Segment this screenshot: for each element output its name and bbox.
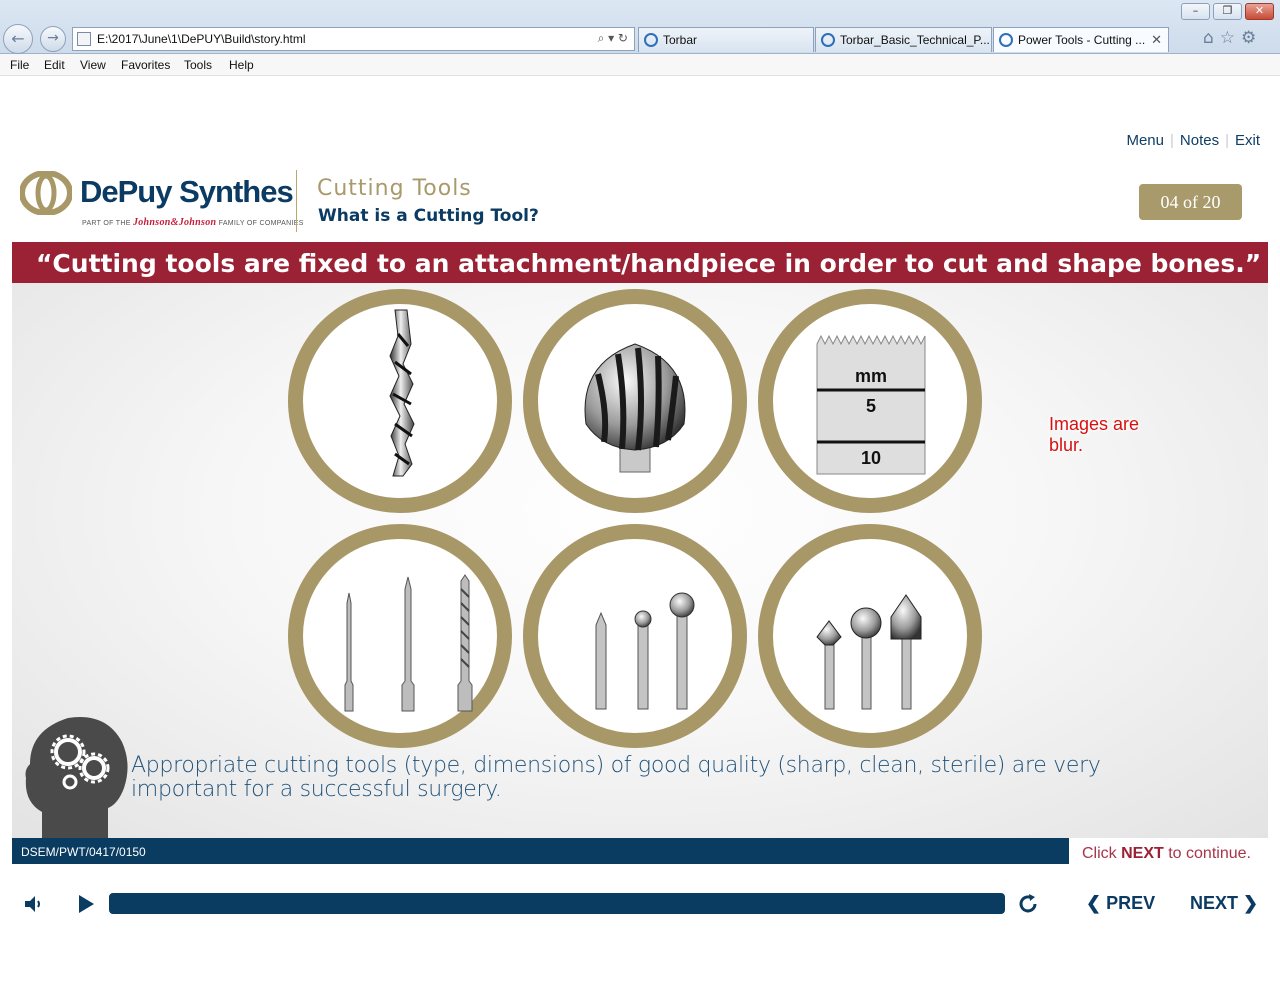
page-icon <box>77 32 91 46</box>
menu-file[interactable]: File <box>10 58 29 72</box>
link-separator: | <box>1225 132 1229 149</box>
continue-hint-next: NEXT <box>1121 845 1164 862</box>
tab-title: Torbar_Basic_Technical_P... <box>840 33 990 47</box>
menu-tools[interactable]: Tools <box>184 58 212 72</box>
chevron-left-icon: ❮ <box>1086 893 1102 913</box>
settings-gear-icon[interactable]: ⚙ <box>1241 28 1262 48</box>
tab-title: Power Tools - Cutting ... <box>1018 33 1146 47</box>
saw-mark-label: 5 <box>866 396 876 416</box>
ie-tab-icon <box>999 33 1013 47</box>
document-code: DSEM/PWT/0417/0150 <box>21 845 146 859</box>
large-burr-icon <box>584 343 686 473</box>
tool-circle-drill-bits <box>288 524 512 748</box>
notes-link[interactable]: Notes <box>1180 132 1219 149</box>
saw-mark-label: 10 <box>861 448 881 468</box>
tab-title: Torbar <box>663 33 698 47</box>
review-annotation: Images are blur. <box>1049 414 1140 455</box>
player-links: Menu | Notes | Exit <box>1126 132 1260 149</box>
tool-circle-saw-blade: mm 5 10 <box>758 289 982 513</box>
shaped-burrs-icon <box>816 594 922 710</box>
back-button[interactable]: ← <box>3 24 33 54</box>
browser-tab-torbar[interactable]: Torbar <box>638 27 814 52</box>
browser-tab-torbar-technical[interactable]: Torbar_Basic_Technical_P... <box>815 27 992 52</box>
header-divider <box>296 170 297 232</box>
tool-circle-large-burr <box>523 289 747 513</box>
exit-link[interactable]: Exit <box>1235 132 1260 149</box>
menu-help[interactable]: Help <box>229 58 254 72</box>
tagline-pre: PART OF THE <box>82 220 131 227</box>
quote-banner: “Cutting tools are fixed to an attachmen… <box>12 242 1268 283</box>
address-url[interactable]: E:\2017\June\1\DePUY\Build\story.html <box>97 32 306 46</box>
head-gears-icon <box>25 717 128 838</box>
browser-tab-power-tools[interactable]: Power Tools - Cutting ... ✕ <box>993 27 1169 52</box>
next-label: NEXT <box>1190 893 1239 913</box>
volume-icon[interactable] <box>22 892 46 916</box>
browser-chrome: – ❐ ✕ ← → E:\2017\June\1\DePUY\Build\sto… <box>0 0 1280 54</box>
chevron-right-icon: ❯ <box>1243 893 1259 913</box>
arrow-right-icon: → <box>47 30 59 46</box>
tagline-post: FAMILY OF COMPANIES <box>218 220 304 227</box>
seek-bar[interactable] <box>109 893 1005 914</box>
ie-tab-icon <box>644 33 658 47</box>
menu-view[interactable]: View <box>80 58 106 72</box>
arrow-left-icon: ← <box>11 29 25 48</box>
continue-hint-pre: Click <box>1082 845 1122 862</box>
depuy-synthes-logo-icon <box>20 171 72 215</box>
saw-blade-icon: mm 5 10 <box>816 334 926 475</box>
ie-tab-icon <box>821 33 835 47</box>
tip-text: Appropriate cutting tools (type, dimensi… <box>131 753 1101 802</box>
replay-icon[interactable] <box>1016 892 1040 916</box>
tool-circle-shaped-burrs <box>758 524 982 748</box>
address-bar[interactable]: E:\2017\June\1\DePUY\Build\story.html ⌕ … <box>72 27 635 51</box>
browser-toolbar-icons: ⌂☆⚙ <box>1203 28 1262 48</box>
favorites-star-icon[interactable]: ☆ <box>1220 28 1241 48</box>
saw-unit-label: mm <box>855 366 887 386</box>
drill-bit-icon <box>389 309 415 477</box>
search-refresh-icon[interactable]: ⌕ ▾ ↻ <box>598 31 628 46</box>
tool-circle-ball-burrs <box>523 524 747 748</box>
continue-hint-post: to continue. <box>1163 845 1251 862</box>
document-code-bar: DSEM/PWT/0417/0150 <box>12 838 1069 864</box>
continue-hint: Click NEXT to continue. <box>1082 845 1251 863</box>
next-button[interactable]: NEXT ❯ <box>1190 893 1258 914</box>
brand-name: DePuy Synthes <box>80 174 294 209</box>
close-window-button[interactable]: ✕ <box>1245 3 1274 20</box>
brand-tagline: PART OF THE Johnson&Johnson FAMILY OF CO… <box>82 217 304 228</box>
lesson-title: What is a Cutting Tool? <box>318 206 539 226</box>
menu-link[interactable]: Menu <box>1126 132 1164 149</box>
restore-button[interactable]: ❐ <box>1213 3 1242 20</box>
link-separator: | <box>1169 132 1174 149</box>
menu-bar: File Edit View Favorites Tools Help <box>0 54 1280 76</box>
page-counter: 04 of 20 <box>1139 184 1242 220</box>
ball-burrs-icon <box>595 592 695 710</box>
prev-button[interactable]: ❮ PREV <box>1086 893 1155 914</box>
course-title: Cutting Tools <box>317 176 472 201</box>
home-icon[interactable]: ⌂ <box>1203 28 1220 48</box>
menu-favorites[interactable]: Favorites <box>121 58 170 72</box>
drill-bits-set-icon <box>344 574 473 712</box>
tool-circle-drill-bit <box>288 289 512 513</box>
forward-button[interactable]: → <box>40 26 66 52</box>
minimize-button[interactable]: – <box>1181 3 1210 20</box>
prev-label: PREV <box>1106 893 1156 913</box>
menu-edit[interactable]: Edit <box>44 58 65 72</box>
tab-close-icon[interactable]: ✕ <box>1151 32 1162 48</box>
slide-canvas: “Cutting tools are fixed to an attachmen… <box>12 242 1268 838</box>
jnj-wordmark: Johnson&Johnson <box>132 217 217 228</box>
play-icon[interactable] <box>76 893 96 915</box>
